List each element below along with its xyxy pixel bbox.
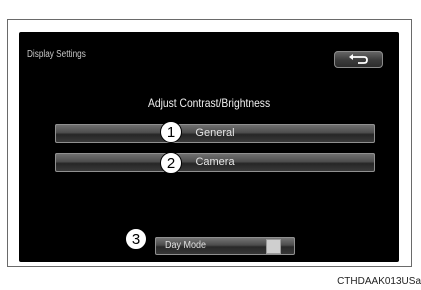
day-mode-indicator <box>266 239 281 254</box>
callout-2: 2 <box>160 152 182 174</box>
camera-button[interactable]: Camera <box>55 153 375 172</box>
camera-button-label: Camera <box>195 156 235 168</box>
figure-caption: CTHDAAK013USa <box>337 276 421 287</box>
display-settings-screen: Display Settings Adjust Contrast/Brightn… <box>19 32 399 262</box>
general-button-label: General <box>195 127 235 139</box>
callout-1: 1 <box>160 121 182 143</box>
day-mode-button[interactable]: Day Mode <box>155 237 295 255</box>
adjust-contrast-brightness-heading: Adjust Contrast/Brightness <box>147 96 271 110</box>
screen-title: Display Settings <box>27 49 86 60</box>
day-mode-label: Day Mode <box>165 240 207 251</box>
callout-3: 3 <box>125 228 147 250</box>
back-button[interactable] <box>334 51 383 68</box>
return-arrow-icon <box>348 54 368 64</box>
general-button[interactable]: General <box>55 124 375 143</box>
